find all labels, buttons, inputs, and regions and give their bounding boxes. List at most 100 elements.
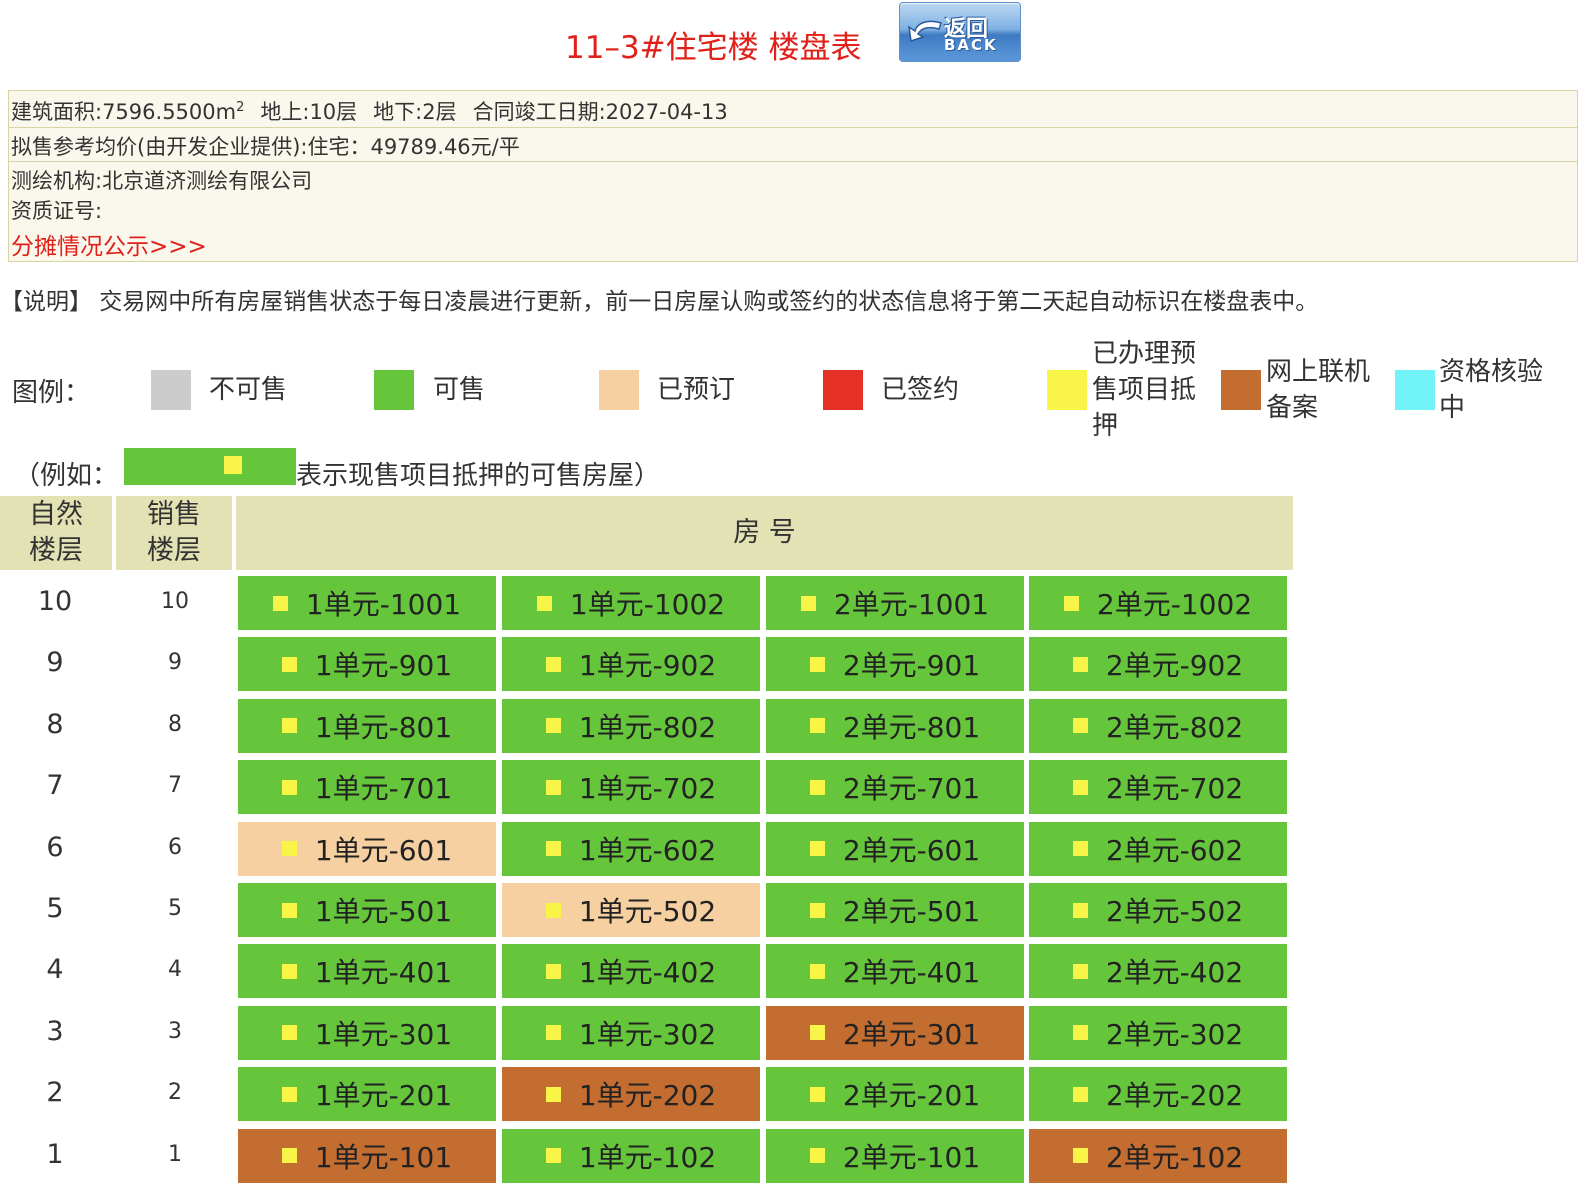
unit-cell[interactable]: 2单元-301: [766, 1005, 1024, 1060]
unit-cell[interactable]: 1单元-102: [502, 1128, 760, 1183]
unit-cell[interactable]: 2单元-1001: [766, 576, 1024, 630]
mortgage-marker-icon: [545, 1086, 561, 1102]
unit-cell[interactable]: 1单元-202: [502, 1067, 760, 1122]
mortgage-marker-icon: [1072, 902, 1088, 918]
mortgage-marker-icon: [545, 1025, 561, 1041]
legend-label-unsaleable: 不可售: [209, 375, 288, 405]
sales-floor-number: 6: [168, 834, 182, 860]
unit-label: 2单元-201: [842, 1079, 981, 1113]
unit-label: 1单元-102: [578, 1140, 717, 1174]
legend-label-qualification: 资格核验中: [1439, 357, 1544, 423]
unit-cell[interactable]: 1单元-702: [502, 760, 760, 815]
unit-cell[interactable]: 2单元-502: [1029, 883, 1287, 937]
mortgage-marker-icon: [281, 656, 297, 672]
page-title: 11–3#住宅楼 楼盘表: [565, 30, 862, 66]
unit-cell[interactable]: 2单元-1002: [1029, 576, 1287, 630]
unit-label: 2单元-802: [1105, 710, 1244, 744]
unit-cell[interactable]: 2单元-201: [766, 1067, 1024, 1122]
unit-label: 1单元-702: [578, 772, 717, 806]
mortgage-marker-icon: [545, 902, 561, 918]
unit-cell[interactable]: 2单元-602: [1029, 821, 1287, 876]
unit-label: 1单元-1001: [305, 588, 462, 621]
mortgage-marker-icon: [1063, 595, 1079, 611]
sales-floor-number: 5: [168, 896, 182, 921]
unit-label: 2单元-801: [842, 710, 981, 744]
unit-cell[interactable]: 1单元-602: [502, 821, 760, 876]
natural-floor-number: 4: [46, 954, 64, 986]
unit-label: 1单元-302: [578, 1017, 717, 1051]
mortgage-marker-icon: [809, 1025, 825, 1041]
unit-cell[interactable]: 1单元-902: [502, 637, 760, 692]
unit-cell[interactable]: 2单元-202: [1029, 1067, 1287, 1122]
unit-cell[interactable]: 1单元-302: [502, 1005, 760, 1060]
unit-cell[interactable]: 2单元-801: [766, 698, 1024, 753]
legend-swatch-qualification: [1395, 370, 1435, 410]
natural-floor-number: 5: [46, 893, 64, 924]
unit-cell[interactable]: 1单元-1001: [238, 576, 496, 630]
mortgage-marker-icon: [800, 595, 816, 611]
area-sup: 2: [236, 100, 245, 115]
mortgage-marker-icon: [809, 1148, 825, 1164]
sales-floor-number: 7: [168, 773, 182, 799]
unit-label: 1单元-1002: [569, 588, 726, 621]
unit-cell[interactable]: 2单元-401: [766, 944, 1024, 999]
notice-text: 【说明】 交易网中所有房屋销售状态于每日凌晨进行更新，前一日房屋认购或签约的状态…: [0, 289, 1319, 315]
mortgage-marker-icon: [281, 841, 297, 857]
unit-label: 2单元-1001: [833, 588, 990, 621]
mortgage-marker-icon: [809, 963, 825, 979]
unit-label: 1单元-101: [314, 1140, 453, 1174]
back-arrow-icon: [908, 20, 942, 42]
mortgage-marker-icon: [1072, 1148, 1088, 1164]
unit-cell[interactable]: 1单元-101: [238, 1128, 496, 1183]
unit-cell[interactable]: 1单元-701: [238, 760, 496, 815]
unit-cell[interactable]: 1单元-401: [238, 944, 496, 999]
unit-cell[interactable]: 2单元-101: [766, 1128, 1024, 1183]
unit-label: 1单元-901: [314, 649, 453, 683]
unit-cell[interactable]: 1单元-901: [238, 637, 496, 692]
unit-cell[interactable]: 2单元-901: [766, 637, 1024, 692]
example-prefix: （例如：: [14, 461, 119, 491]
unit-cell[interactable]: 2单元-402: [1029, 944, 1287, 999]
unit-cell[interactable]: 2单元-601: [766, 821, 1024, 876]
sales-floor-number: 8: [168, 711, 182, 737]
mortgage-marker-icon: [281, 718, 297, 734]
unit-label: 1单元-902: [578, 649, 717, 683]
unit-cell[interactable]: 1单元-601: [238, 821, 496, 876]
unit-cell[interactable]: 1单元-501: [238, 883, 496, 937]
mortgage-marker-icon: [809, 841, 825, 857]
unit-cell[interactable]: 1单元-402: [502, 944, 760, 999]
mortgage-marker-icon: [545, 718, 561, 734]
unit-cell[interactable]: 1单元-502: [502, 883, 760, 937]
unit-cell[interactable]: 2单元-902: [1029, 637, 1287, 692]
area-line: 建筑面积:7596.5500m2 地上:10层 地下:2层 合同竣工日期:2027-0…: [11, 96, 728, 126]
sales-floor-number: 4: [168, 957, 182, 983]
legend-label-available: 可售: [433, 375, 486, 405]
unit-cell[interactable]: 2单元-501: [766, 883, 1024, 937]
unit-cell[interactable]: 2单元-802: [1029, 698, 1287, 753]
unit-cell[interactable]: 2单元-701: [766, 760, 1024, 815]
allocation-link-line: 分摊情况公示>>>: [11, 227, 207, 261]
unit-cell[interactable]: 1单元-1002: [502, 576, 760, 630]
unit-cell[interactable]: 1单元-201: [238, 1067, 496, 1122]
unit-cell[interactable]: 2单元-702: [1029, 760, 1287, 815]
unit-cell[interactable]: 2单元-302: [1029, 1005, 1287, 1060]
sales-floor-number: 2: [168, 1080, 182, 1106]
legend-label: 图例：: [12, 378, 91, 408]
unit-cell[interactable]: 1单元-301: [238, 1005, 496, 1060]
unit-label: 1单元-201: [314, 1079, 453, 1113]
mortgage-marker-icon: [281, 1025, 297, 1041]
legend-swatch-signed: [823, 370, 863, 410]
header-sales-floor: 销售楼层: [116, 496, 232, 570]
unit-cell[interactable]: 1单元-802: [502, 698, 760, 753]
unit-cell[interactable]: 2单元-102: [1029, 1128, 1287, 1183]
legend-swatch-mortgage: [1047, 370, 1087, 410]
natural-floor-number: 7: [46, 770, 64, 802]
example-mortgage-dot: [224, 456, 242, 474]
mortgage-marker-icon: [1072, 656, 1088, 672]
legend-swatch-unsaleable: [151, 370, 191, 410]
allocation-link[interactable]: 分摊情况公示>>>: [11, 234, 207, 260]
back-button[interactable]: 返回 BACK: [899, 2, 1021, 62]
unit-label: 2单元-401: [842, 956, 981, 990]
unit-cell[interactable]: 1单元-801: [238, 698, 496, 753]
building-info-box: 建筑面积:7596.5500m2 地上:10层 地下:2层 合同竣工日期:2027-0…: [8, 90, 1578, 262]
